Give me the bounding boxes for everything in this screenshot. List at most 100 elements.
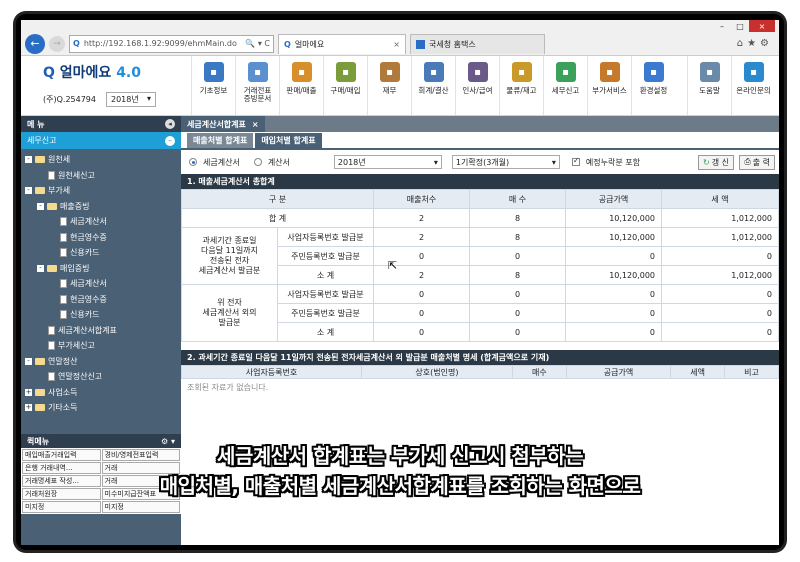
- sidebar-collapse-icon[interactable]: ◂: [165, 119, 175, 129]
- minus-icon[interactable]: -: [37, 264, 44, 272]
- tab-sales-summary[interactable]: 매출처별 합계표: [187, 133, 254, 148]
- chat-icon: ▪: [743, 62, 764, 82]
- refresh-button[interactable]: ↻ 갱 신: [698, 154, 734, 170]
- menu-item-12[interactable]: ▪ 온라인문의: [731, 56, 775, 115]
- plus-icon[interactable]: +: [25, 388, 32, 396]
- menu-item-11[interactable]: ▪ 도움말: [687, 56, 731, 115]
- menu-item-7[interactable]: ▪ 물류/재고: [499, 56, 543, 115]
- sidebar-item-2[interactable]: - 부가세: [21, 183, 181, 199]
- minus-icon[interactable]: -: [25, 187, 32, 195]
- menu-item-5[interactable]: ▪ 회계/결산: [411, 56, 455, 115]
- year-select[interactable]: 2018년 ▾: [105, 92, 156, 107]
- sidebar-item-6[interactable]: 신용카드: [21, 245, 181, 261]
- cell: 0: [661, 322, 779, 342]
- period-select[interactable]: 1기확정(3개월) ▾: [451, 155, 560, 169]
- menu-item-4[interactable]: ▪ 재무: [367, 56, 411, 115]
- minus-icon[interactable]: -: [37, 202, 44, 210]
- sidebar-item-16[interactable]: + 기타소득: [21, 400, 181, 416]
- hometax-icon: [416, 39, 425, 49]
- menu-item-label: 회계/결산: [418, 86, 449, 95]
- minus-icon[interactable]: -: [25, 156, 32, 164]
- minus-icon[interactable]: –: [165, 135, 175, 146]
- cell: 1,012,000: [661, 265, 779, 285]
- plus-icon[interactable]: +: [25, 404, 32, 412]
- back-button[interactable]: ←: [25, 33, 45, 54]
- sidebar-item-7[interactable]: - 매입증빙: [21, 261, 181, 277]
- print-button[interactable]: ⎙ 출 력: [739, 154, 775, 170]
- menu-item-8[interactable]: ▪ 세무신고: [543, 56, 587, 115]
- year-filter-select[interactable]: 2018년 ▾: [333, 155, 442, 169]
- menu-item-label: 물류/재고: [506, 86, 537, 95]
- subtabs: 매출처별 합계표 매입처별 합계표: [181, 132, 779, 150]
- cell: 2: [373, 227, 470, 247]
- check-icon: ✓: [572, 156, 580, 165]
- tab-close-icon[interactable]: ×: [393, 40, 400, 49]
- browser-tools-icons[interactable]: ⌂★⚙: [737, 38, 773, 49]
- tab-label: 국세청 홈택스: [429, 39, 476, 49]
- chevron-down-icon: ▾: [433, 157, 438, 167]
- url-controls[interactable]: 🔍 ▾ C: [245, 39, 270, 48]
- sidebar-item-12[interactable]: 부가세신고: [21, 338, 181, 354]
- row-label: 주민등록번호 발급분: [277, 246, 374, 266]
- minus-icon[interactable]: -: [25, 357, 32, 365]
- sidebar-item-13[interactable]: - 연말정산: [21, 354, 181, 370]
- menu-item-6[interactable]: ▪ 인사/급여: [455, 56, 499, 115]
- sidebar-item-0[interactable]: - 원천세: [21, 152, 181, 168]
- sidebar-item-11[interactable]: 세금계산서합계표: [21, 323, 181, 339]
- url-input[interactable]: Q http://192.168.1.92:9099/ehmMain.do 🔍 …: [69, 34, 274, 53]
- cell: 0: [469, 322, 566, 342]
- row-label: 사업자등록번호 발급분: [277, 227, 374, 247]
- url-text: http://192.168.1.92:9099/ehmMain.do: [83, 39, 237, 48]
- close-button[interactable]: ×: [749, 20, 775, 32]
- detail-table: 사업자등록번호 상호(법인명) 매수 공급가액 세액 비고: [181, 365, 779, 379]
- sidebar-item-14[interactable]: 연말정산신고: [21, 369, 181, 385]
- forward-button[interactable]: →: [49, 35, 65, 52]
- menu-item-label: 판매/매출: [286, 86, 317, 95]
- sidebar-item-1[interactable]: 원천세신고: [21, 168, 181, 184]
- sidebar-item-4[interactable]: 세금계산서: [21, 214, 181, 230]
- sidebar-item-5[interactable]: 현금영수증: [21, 230, 181, 246]
- cell: 2: [373, 208, 470, 228]
- detail-header: 사업자등록번호: [181, 365, 362, 379]
- sidebar-item-label: 현금영수증: [70, 294, 107, 304]
- sidebar-item-label: 사업소득: [48, 387, 78, 397]
- section2-title: 2. 과세기간 종료일 다음달 11일까지 전송된 전자세금계산서 외 발급분 …: [181, 350, 779, 365]
- cell: 0: [373, 284, 470, 304]
- sidebar-item-label: 세금계산서: [70, 217, 107, 227]
- radio-tax-invoice[interactable]: [189, 158, 197, 166]
- tab-eolmaeyo[interactable]: Q 얼마에요 ×: [278, 33, 406, 54]
- sidebar-item-9[interactable]: 현금영수증: [21, 292, 181, 308]
- menu-item-2[interactable]: ▪ 판매/매출: [279, 56, 323, 115]
- menu-item-10[interactable]: ▪ 환경설정: [631, 56, 675, 115]
- filter-bar: 세금계산서 계산서 2018년 ▾ 1기확정(3개월) ▾ ✓ 예정누락분 포함 ↻…: [181, 150, 779, 174]
- tab-purchase-summary[interactable]: 매입처별 합계표: [255, 133, 322, 148]
- menu-item-9[interactable]: ▪ 부가서비스: [587, 56, 631, 115]
- tab-tax-invoice-summary[interactable]: 세금계산서합계표 ×: [181, 116, 265, 132]
- tab-hometax[interactable]: 국세청 홈택스: [410, 33, 545, 54]
- sidebar-item-3[interactable]: - 매출증빙: [21, 199, 181, 215]
- sidebar-section[interactable]: 세무신고 –: [21, 132, 181, 149]
- minimize-button[interactable]: –: [713, 20, 731, 32]
- radio-invoice[interactable]: [253, 158, 262, 166]
- document-icon: [60, 232, 67, 242]
- menu-item-1[interactable]: ▪ 거래전표 증빙문서: [235, 56, 279, 115]
- quick-menu-item[interactable]: 미지정: [101, 501, 180, 513]
- menu-tree: - 원천세 원천세신고 - 부가세 - 매출증빙 세금계산서 현금영수증 신용카드 - 매입증빙 세금계…: [21, 149, 181, 416]
- site-icon: Q: [73, 39, 80, 48]
- row-label: 소 계: [277, 265, 374, 285]
- sidebar-item-10[interactable]: 신용카드: [21, 307, 181, 323]
- printer-icon: ⎙: [744, 157, 751, 166]
- maximize-button[interactable]: □: [731, 20, 749, 32]
- menu-item-3[interactable]: ▪ 구매/매입: [323, 56, 367, 115]
- menu-item-0[interactable]: ▪ 기초정보: [191, 56, 235, 115]
- address-bar-row: ← → Q http://192.168.1.92:9099/ehmMain.d…: [21, 32, 779, 56]
- sidebar-item-15[interactable]: + 사업소득: [21, 385, 181, 401]
- quick-menu-item[interactable]: 미지정: [22, 501, 101, 513]
- include-missing-checkbox[interactable]: ✓: [571, 156, 580, 166]
- close-icon[interactable]: ×: [252, 120, 259, 129]
- sidebar-item-8[interactable]: 세금계산서: [21, 276, 181, 292]
- title-bar: – □ ×: [21, 20, 779, 32]
- sidebar-item-label: 매출증빙: [60, 201, 90, 211]
- table-row-total: 합 계 2 8 10,120,000 1,012,000: [181, 208, 779, 228]
- header-count: 매 수: [469, 189, 566, 209]
